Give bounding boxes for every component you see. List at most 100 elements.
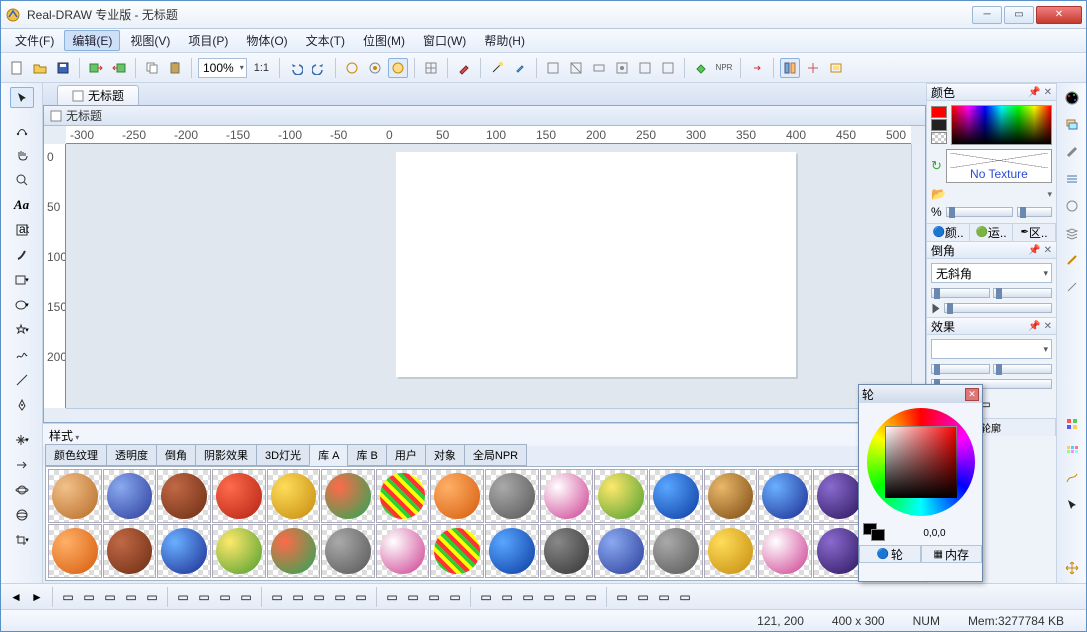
pin-icon[interactable]: 📌 ✕ bbox=[1028, 321, 1052, 332]
save-button[interactable] bbox=[53, 58, 73, 78]
rect-tool[interactable]: ▾ bbox=[10, 269, 34, 290]
pin-icon[interactable]: 📌 ✕ bbox=[1028, 245, 1052, 256]
grid9-icon[interactable] bbox=[1061, 440, 1083, 462]
tab-lib-a[interactable]: 库 A bbox=[309, 444, 348, 466]
play-icon[interactable] bbox=[933, 303, 940, 313]
style-swatch[interactable] bbox=[157, 469, 211, 523]
curve-icon[interactable] bbox=[1061, 467, 1083, 489]
style-swatch[interactable] bbox=[649, 524, 703, 578]
scrollbar-horizontal[interactable] bbox=[66, 408, 911, 422]
style-swatch[interactable] bbox=[704, 524, 758, 578]
color-wheel[interactable] bbox=[867, 408, 975, 516]
undo-button[interactable] bbox=[286, 58, 306, 78]
color-wheel-titlebar[interactable]: 轮 ✕ bbox=[859, 385, 982, 403]
style-swatch[interactable] bbox=[485, 469, 539, 523]
bt-6[interactable]: ▭ bbox=[174, 588, 192, 606]
ratio-label[interactable]: 1:1 bbox=[250, 62, 273, 74]
bt-27[interactable]: ▭ bbox=[655, 588, 673, 606]
color-wheel-window[interactable]: 轮 ✕ 0,0,0 🔵轮 ▦内存 bbox=[858, 384, 983, 582]
grid-icon[interactable] bbox=[421, 58, 441, 78]
open-button[interactable] bbox=[30, 58, 50, 78]
document-tab[interactable]: 无标题 bbox=[57, 85, 139, 105]
tab-bevel[interactable]: 倒角 bbox=[156, 444, 196, 466]
bevel-panel-header[interactable]: 倒角 📌 ✕ bbox=[927, 241, 1056, 259]
tab-motion[interactable]: 🟢运.. bbox=[970, 224, 1013, 241]
style-swatch[interactable] bbox=[376, 524, 430, 578]
style-swatch[interactable] bbox=[267, 469, 321, 523]
style-swatch[interactable] bbox=[212, 524, 266, 578]
toolbtn-e[interactable] bbox=[635, 58, 655, 78]
ruler-horizontal[interactable]: -300 -250 -200 -150 -100 -50 0 50 100 15… bbox=[66, 126, 911, 144]
shape-tool[interactable] bbox=[10, 119, 34, 140]
eyedrop-icon[interactable] bbox=[510, 58, 530, 78]
ruler-vertical[interactable]: 0 50 100 150 200 bbox=[44, 144, 66, 408]
bt-17[interactable]: ▭ bbox=[425, 588, 443, 606]
bt-1[interactable]: ▭ bbox=[59, 588, 77, 606]
canvas[interactable] bbox=[66, 144, 911, 408]
tab-color[interactable]: 🔵颜.. bbox=[927, 224, 970, 241]
pin-icon[interactable]: 📌 ✕ bbox=[1028, 87, 1052, 98]
bevel-slider-3[interactable] bbox=[944, 303, 1052, 313]
bt-16[interactable]: ▭ bbox=[404, 588, 422, 606]
pen-tool[interactable] bbox=[10, 394, 34, 415]
knife-icon[interactable] bbox=[1061, 249, 1083, 271]
paint-tool[interactable] bbox=[10, 244, 34, 265]
spark-tool[interactable]: ▾ bbox=[10, 429, 34, 450]
color-none[interactable] bbox=[931, 132, 947, 144]
move-icon[interactable] bbox=[1061, 557, 1083, 579]
style-swatch[interactable] bbox=[704, 469, 758, 523]
bt-next[interactable]: ► bbox=[28, 588, 46, 606]
fill-icon[interactable] bbox=[691, 58, 711, 78]
menu-help[interactable]: 帮助(H) bbox=[476, 30, 533, 51]
freehand-tool[interactable] bbox=[10, 344, 34, 365]
bt-22[interactable]: ▭ bbox=[540, 588, 558, 606]
bevel-combo[interactable]: 无斜角 bbox=[931, 263, 1052, 283]
bt-21[interactable]: ▭ bbox=[519, 588, 537, 606]
bt-11[interactable]: ▭ bbox=[289, 588, 307, 606]
layers-icon[interactable] bbox=[1061, 114, 1083, 136]
tab-user[interactable]: 用户 bbox=[386, 444, 426, 466]
layout2-icon[interactable] bbox=[803, 58, 823, 78]
bt-28[interactable]: ▭ bbox=[676, 588, 694, 606]
effect-slider-1[interactable] bbox=[931, 364, 990, 374]
grid4-icon[interactable] bbox=[1061, 413, 1083, 435]
bt-4[interactable]: ▭ bbox=[122, 588, 140, 606]
bt-15[interactable]: ▭ bbox=[383, 588, 401, 606]
menu-text[interactable]: 文本(T) bbox=[298, 30, 353, 51]
style-swatch[interactable] bbox=[540, 524, 594, 578]
dropdown-icon[interactable]: ▾ bbox=[1047, 189, 1052, 200]
menu-object[interactable]: 物体(O) bbox=[238, 30, 295, 51]
style-swatch[interactable] bbox=[267, 524, 321, 578]
menu-view[interactable]: 视图(V) bbox=[122, 30, 178, 51]
bt-20[interactable]: ▭ bbox=[498, 588, 516, 606]
menu-window[interactable]: 窗口(W) bbox=[415, 30, 474, 51]
maximize-button[interactable]: ▭ bbox=[1004, 6, 1034, 24]
redo-button[interactable] bbox=[309, 58, 329, 78]
minimize-button[interactable]: ─ bbox=[972, 6, 1002, 24]
color-secondary[interactable] bbox=[931, 119, 947, 131]
toolbtn-b[interactable] bbox=[566, 58, 586, 78]
bt-7[interactable]: ▭ bbox=[195, 588, 213, 606]
bt-3[interactable]: ▭ bbox=[101, 588, 119, 606]
style-swatch[interactable] bbox=[430, 469, 484, 523]
new-button[interactable] bbox=[7, 58, 27, 78]
npr-icon[interactable]: NPR bbox=[714, 58, 734, 78]
toolbtn-d[interactable] bbox=[612, 58, 632, 78]
text-tool[interactable]: Aa bbox=[10, 194, 34, 215]
opacity-slider[interactable] bbox=[946, 207, 1014, 217]
style-swatch[interactable] bbox=[48, 524, 102, 578]
color-primary[interactable] bbox=[931, 106, 947, 118]
style-swatch[interactable] bbox=[321, 469, 375, 523]
tab-memory[interactable]: ▦内存 bbox=[921, 545, 983, 563]
color-picker[interactable] bbox=[951, 105, 1052, 145]
style-swatch[interactable] bbox=[103, 524, 157, 578]
style-swatch[interactable] bbox=[157, 524, 211, 578]
close-button[interactable]: ✕ bbox=[1036, 6, 1082, 24]
styles-title[interactable]: 样式 bbox=[49, 427, 79, 444]
style-swatch[interactable] bbox=[430, 524, 484, 578]
page[interactable] bbox=[396, 152, 796, 377]
sphere-tool[interactable] bbox=[10, 504, 34, 525]
bt-5[interactable]: ▭ bbox=[143, 588, 161, 606]
effect-panel-header[interactable]: 效果 📌 ✕ bbox=[927, 317, 1056, 335]
bt-24[interactable]: ▭ bbox=[582, 588, 600, 606]
